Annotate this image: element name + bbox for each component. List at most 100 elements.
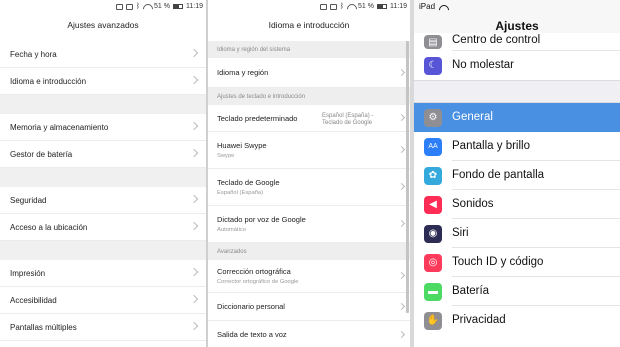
section-header-advanced: Avanzados [208,243,410,260]
wifi-icon [143,4,151,10]
row-display-brightness[interactable]: AA Pantalla y brillo [414,132,620,161]
status-bar: ᛒ 51 % 11:19 [0,0,206,13]
row-label: Privacidad [452,314,506,326]
sim-icon [319,3,327,10]
chevron-right-icon [189,294,199,304]
row-spell-check[interactable]: Corrección ortográfica Corrector ortográ… [208,260,410,293]
row-value: Español (España) - Teclado de Google [322,113,374,126]
group-separator [0,168,206,187]
group-separator [0,95,206,114]
chevron-right-icon [189,221,199,231]
row-label: Siri [452,219,620,248]
page-title: Ajustes avanzados [67,20,139,30]
row-sublabel: Español (España) [217,190,264,196]
row-date-time[interactable]: Fecha y hora [0,41,206,68]
chevron-right-icon [189,121,199,131]
icon-glyph: ▬ [428,286,438,297]
row-label: Accesibilidad [10,295,57,305]
wifi-icon [347,4,355,10]
row-label: Sonidos [452,190,620,219]
row-sublabel: Automático [217,227,246,233]
row-printing[interactable]: Impresión [0,260,206,287]
siri-icon: ◉ [424,224,442,243]
ios-status-bar: iPad [414,0,620,13]
row-huawei-swype[interactable]: Huawei Swype Swype [208,132,410,169]
battery-icon [173,4,183,9]
wallpaper-icon: ✿ [424,166,442,185]
row-label: Fecha y hora [10,49,57,59]
row-label: Pantalla y brillo [452,132,620,161]
row-language-input[interactable]: Idioma e introducción [0,68,206,95]
row-personal-dictionary[interactable]: Diccionario personal [208,293,410,321]
row-siri[interactable]: ◉ Siri [414,219,620,248]
chevron-right-icon [189,194,199,204]
row-default-keyboard[interactable]: Teclado predeterminado Español (España) … [208,105,410,132]
display-brightness-icon: AA [424,137,442,156]
row-language-region[interactable]: Idioma y región [208,58,410,88]
row-battery-manager[interactable]: Gestor de batería [0,141,206,168]
row-label: Salida de texto a voz [217,330,287,339]
chevron-right-icon [189,48,199,58]
row-wallpaper[interactable]: ✿ Fondo de pantalla [414,161,620,190]
row-gear[interactable]: ⚙ General [414,103,620,132]
group-separator [0,241,206,260]
speaker-icon: ◀ [424,195,442,214]
notification-icon [329,3,337,10]
device-label: iPad [419,2,436,11]
clock: 11:19 [186,3,203,10]
row-privacy-hand[interactable]: ✋ Privacidad [414,306,620,335]
ios-main-group: ⚙ General AA Pantalla y brillo ✿ Fondo de pan… [414,103,620,335]
section-header-system: Idioma y región del sistema [208,41,410,58]
row-fingerprint[interactable]: ◎ Touch ID y código [414,248,620,277]
battery-icon: ▬ [424,282,442,301]
language-settings-list: Idioma y región del sistema Idioma y reg… [208,41,410,347]
row-label: Impresión [10,268,46,278]
page-title: Idioma e introducción [268,20,350,30]
battery-icon [377,4,387,9]
row-label: Acceso a la ubicación [10,222,88,232]
advanced-settings-panel: ᛒ 51 % 11:19 Ajustes avanzados Fecha y h… [0,0,206,347]
icon-glyph: ✿ [428,170,438,181]
row-label: Idioma y región [217,68,269,77]
icon-glyph: AA [428,143,438,150]
fingerprint-icon: ◎ [424,253,442,272]
chevron-right-icon [189,75,199,85]
row-memory-storage[interactable]: Memoria y almacenamiento [0,114,206,141]
scrollbar[interactable] [406,41,409,313]
bluetooth-icon: ᛒ [339,3,345,10]
row-location-access[interactable]: Acceso a la ubicación [0,214,206,241]
row-battery[interactable]: ▬ Batería [414,277,620,306]
row-multiple-screens[interactable]: Pantallas múltiples [0,314,206,341]
notification-icon [125,3,133,10]
row-label: Diccionario personal [217,302,285,311]
ipad-settings-panel: iPad Ajustes ▤ Centro de control ☾ No mo… [414,0,620,347]
row-label: Gestor de batería [10,149,73,159]
row-accessibility[interactable]: Accesibilidad [0,287,206,314]
sim-icon [115,3,123,10]
row-speaker[interactable]: ◀ Sonidos [414,190,620,219]
section-header-keyboard: Ajustes de teclado e introducción [208,88,410,105]
icon-glyph: ◎ [428,257,438,268]
clock: 11:19 [390,3,407,10]
row-control-center[interactable]: ▤ Centro de control [414,33,620,51]
chevron-right-icon [189,267,199,277]
ios-settings-list: ▤ Centro de control ☾ No molestar ⚙ Gener… [414,33,620,335]
row-google-voice[interactable]: Dictado por voz de Google Automático [208,206,410,243]
row-label: General [452,103,620,132]
row-do-not-disturb[interactable]: ☾ No molestar [414,51,620,80]
row-label: Corrección ortográfica [217,267,291,276]
row-security[interactable]: Seguridad [0,187,206,214]
row-sublabel: Swype [217,153,235,159]
row-label: No molestar [452,59,514,71]
row-label: Batería [452,277,620,306]
chevron-right-icon [189,321,199,331]
group-separator [414,80,620,103]
row-label: Fondo de pantalla [452,161,620,190]
settings-list: Fecha y hora Idioma e introducción Memor… [0,41,206,341]
icon-glyph: ◉ [428,228,438,239]
row-google-keyboard[interactable]: Teclado de Google Español (España) [208,169,410,206]
moon-icon: ☾ [424,56,442,75]
status-bar: ᛒ 51 % 11:19 [208,0,410,13]
row-text-to-speech[interactable]: Salida de texto a voz [208,321,410,347]
battery-percent: 51 % [154,3,170,10]
